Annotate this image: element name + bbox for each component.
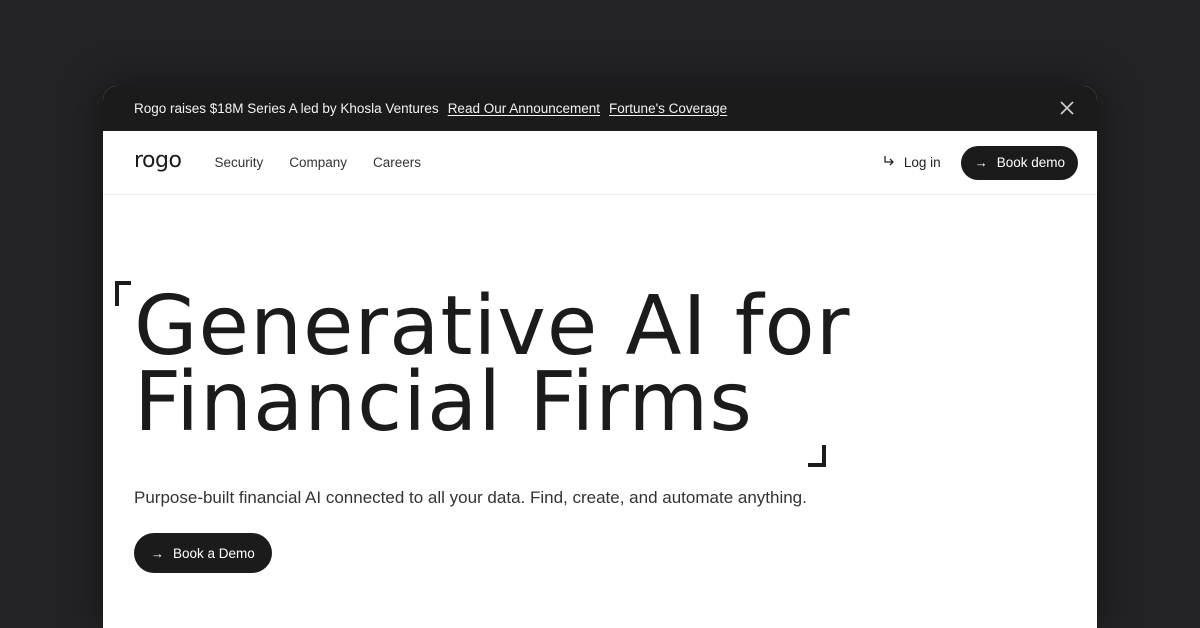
- bracket-top-left-icon: [114, 278, 132, 308]
- nav-link-company[interactable]: Company: [289, 155, 347, 170]
- announcement-banner: Rogo raises $18M Series A led by Khosla …: [103, 86, 1097, 131]
- hero-headline: Generative AI for Financial Firms: [134, 279, 851, 450]
- top-nav: rogo Security Company Careers Log in → B…: [103, 131, 1097, 195]
- browser-window: Rogo raises $18M Series A led by Khosla …: [103, 86, 1097, 628]
- close-icon[interactable]: [1059, 100, 1075, 116]
- headline-line-2: Financial Firms: [134, 355, 753, 450]
- bracket-bottom-right-icon: [807, 443, 827, 469]
- announcement-link[interactable]: Read Our Announcement: [448, 101, 600, 116]
- nav-links: Security Company Careers: [214, 155, 421, 170]
- book-a-demo-button[interactable]: → Book a Demo: [134, 533, 272, 573]
- nav-actions: Log in → Book demo: [882, 145, 1078, 180]
- arrow-right-icon: →: [974, 155, 988, 170]
- nav-link-careers[interactable]: Careers: [373, 155, 421, 170]
- headline-line-1: Generative AI for: [134, 279, 851, 374]
- login-label: Log in: [903, 155, 941, 170]
- hero-subheadline: Purpose-built financial AI connected to …: [134, 488, 807, 507]
- banner-message: Rogo raises $18M Series A led by Khosla …: [134, 101, 439, 116]
- book-demo-label: Book demo: [996, 155, 1065, 170]
- arrow-right-icon: →: [151, 545, 164, 561]
- logo[interactable]: rogo: [134, 148, 182, 173]
- book-demo-button[interactable]: → Book demo: [960, 145, 1078, 180]
- login-button[interactable]: Log in: [882, 154, 941, 171]
- coverage-link[interactable]: Fortune's Coverage: [609, 101, 727, 116]
- corner-down-right-icon: [882, 154, 896, 171]
- cta-label: Book a Demo: [173, 545, 255, 561]
- nav-link-security[interactable]: Security: [214, 155, 263, 170]
